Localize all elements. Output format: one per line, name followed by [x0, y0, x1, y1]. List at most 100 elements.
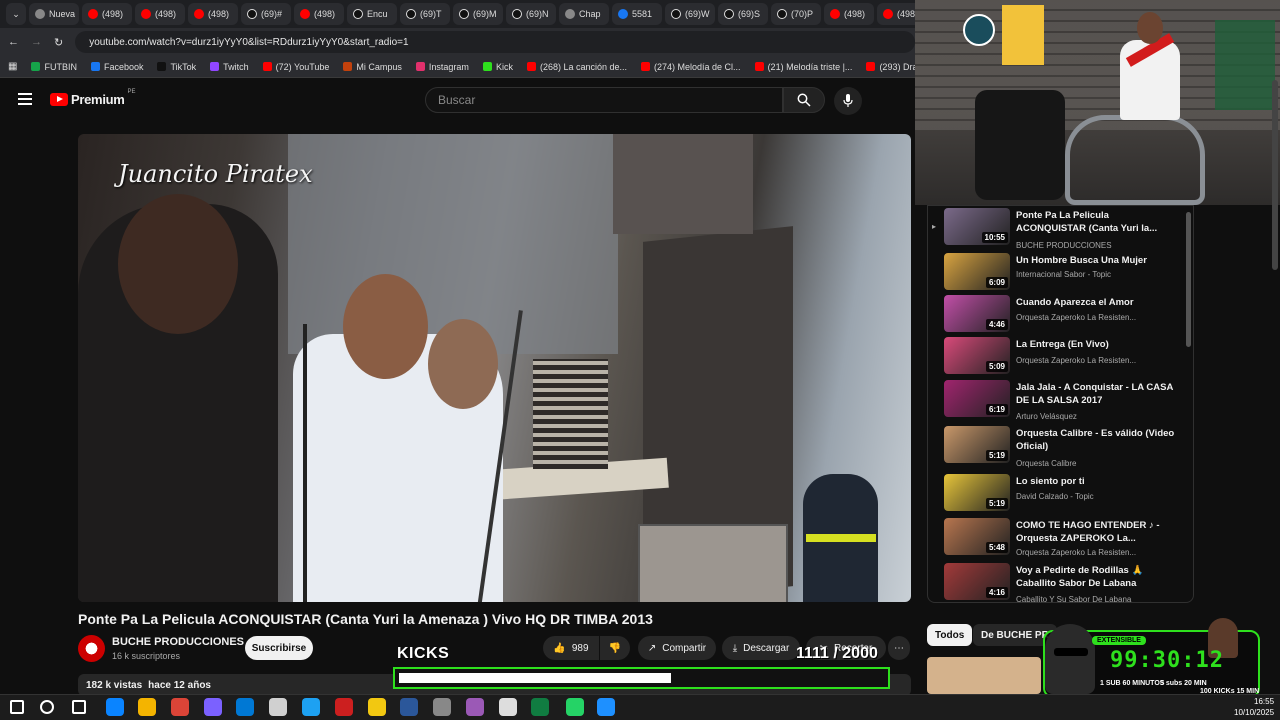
playlist-thumbnail[interactable]: 4:46	[944, 295, 1010, 332]
browser-tab[interactable]: (69)#	[241, 3, 291, 25]
calculator-icon[interactable]	[531, 698, 549, 716]
video-player[interactable]: Juancito Piratex	[78, 134, 911, 602]
bookmark-item[interactable]: (274) Melodía de Cl...	[641, 62, 741, 72]
channel-avatar[interactable]	[78, 635, 105, 662]
browser-tab[interactable]: (498)	[135, 3, 185, 25]
playlist-thumbnail[interactable]: 4:16	[944, 563, 1010, 600]
browser-tab[interactable]: (498)	[82, 3, 132, 25]
url-field[interactable]: youtube.com/watch?v=durz1iyYyY0&list=RDd…	[75, 31, 915, 53]
copilot-icon[interactable]	[204, 698, 222, 716]
app-icon[interactable]	[466, 698, 484, 716]
playlist-item[interactable]: 4:16 Voy a Pedirte de Rodillas 🙏 Caballit…	[928, 563, 1188, 602]
browser-tab[interactable]: (69)W	[665, 3, 715, 25]
playlist-item[interactable]: 6:19 Jala Jala - A Conquistar - LA CASA D…	[928, 380, 1188, 424]
bookmark-label: TikTok	[170, 61, 197, 72]
bookmark-item[interactable]: Mi Campus	[343, 62, 402, 72]
dislike-button[interactable]: 👎	[600, 636, 630, 660]
browser-tab[interactable]: (498)	[824, 3, 874, 25]
search-taskbar-icon[interactable]	[40, 700, 54, 714]
browser-tab[interactable]: (69)S	[718, 3, 768, 25]
playlist-scrollbar[interactable]	[1186, 212, 1191, 347]
reload-icon[interactable]: ↻	[54, 36, 63, 49]
edge-icon[interactable]	[106, 698, 124, 716]
task-view-icon[interactable]	[72, 700, 86, 714]
bookmark-item[interactable]: Instagram	[415, 62, 469, 72]
browser-tab[interactable]: (69)T	[400, 3, 450, 25]
bookmark-item[interactable]: FUTBIN	[31, 62, 77, 72]
voice-search-button[interactable]	[834, 87, 862, 115]
bookmark-item[interactable]: Facebook	[90, 62, 143, 72]
app-icon[interactable]	[499, 698, 517, 716]
tab-favicon-icon	[512, 9, 522, 19]
playlist-thumbnail[interactable]: 5:19	[944, 426, 1010, 463]
app-icon[interactable]	[335, 698, 353, 716]
playlist-item[interactable]: 4:46 Cuando Aparezca el Amor Orquesta Zape…	[928, 295, 1188, 339]
browser-tab[interactable]: Chap	[559, 3, 609, 25]
photos-icon[interactable]	[597, 698, 615, 716]
next-thumbnail[interactable]	[927, 657, 1041, 694]
browser-tab[interactable]: (69)N	[506, 3, 556, 25]
kicks-progress-fill	[399, 673, 671, 683]
youtube-logo[interactable]: Premium PE	[50, 89, 136, 107]
playlist-item[interactable]: 5:48 COMO TE HAGO ENTENDER ♪ - Orquesta Z…	[928, 518, 1188, 562]
bookmark-item[interactable]: (293) Dragon Ball E...	[866, 62, 915, 72]
bookmark-item[interactable]: (21) Melodía triste |...	[754, 62, 852, 72]
playlist-thumbnail[interactable]: 6:19	[944, 380, 1010, 417]
share-button[interactable]: ↗ Compartir	[638, 636, 716, 660]
windows-start-icon[interactable]	[10, 700, 24, 714]
bookmark-item[interactable]: (72) YouTube	[262, 62, 329, 72]
browser-tab[interactable]: (498)	[294, 3, 344, 25]
download-button[interactable]: ⤓ Descargar	[722, 636, 800, 660]
search-input[interactable]: Buscar	[425, 87, 783, 113]
playlist-item[interactable]: 5:19 Orquesta Calibre - Es válido (Video …	[928, 426, 1188, 470]
bookmark-label: (274) Melodía de Cl...	[654, 61, 741, 72]
tab-search-button[interactable]: ⌄	[6, 3, 26, 25]
playlist-thumbnail[interactable]: 6:09	[944, 253, 1010, 290]
bookmark-item[interactable]: Twitch	[210, 62, 249, 72]
app-icon[interactable]	[433, 698, 451, 716]
browser-tab[interactable]: (498)	[188, 3, 238, 25]
bookmark-item[interactable]: Kick	[482, 62, 513, 72]
outlook-icon[interactable]	[236, 698, 254, 716]
obs-icon[interactable]	[269, 698, 287, 716]
tab-label: Chap	[579, 9, 601, 19]
menu-icon[interactable]	[18, 93, 32, 105]
playlist-thumbnail[interactable]: 5:19	[944, 474, 1010, 511]
browser-tab[interactable]: 5581	[612, 3, 662, 25]
chip-all[interactable]: Todos	[927, 624, 973, 646]
bookmark-icon	[343, 62, 353, 71]
browser-tab[interactable]: (70)P	[771, 3, 821, 25]
playlist-item[interactable]: 6:09 Un Hombre Busca Una Mujer Internacion…	[928, 253, 1188, 297]
system-clock[interactable]: 16:55 10/10/2025	[1234, 696, 1274, 718]
apps-grid-icon[interactable]: ▦	[8, 61, 17, 72]
page-scrollbar[interactable]	[1272, 80, 1278, 270]
browser-tab[interactable]: Nueva	[29, 3, 79, 25]
store-icon[interactable]	[138, 698, 156, 716]
folder-icon[interactable]	[368, 698, 386, 716]
bookmark-item[interactable]: TikTok	[157, 62, 196, 72]
like-button[interactable]: 👍 989	[543, 636, 599, 660]
chrome-icon[interactable]	[171, 698, 189, 716]
browser-tab[interactable]: (69)M	[453, 3, 503, 25]
browser-tab[interactable]: Encu	[347, 3, 397, 25]
word-icon[interactable]	[400, 698, 418, 716]
whatsapp-icon[interactable]	[566, 698, 584, 716]
bookmark-item[interactable]: (268) La canción de...	[526, 62, 627, 72]
bookmarks-bar: ▦ FUTBIN Facebook TikTok Twitch (72) YouTube…	[0, 56, 915, 78]
playlist-item[interactable]: ▸ 10:55 Ponte Pa La Pelicula ACONQUISTAR (…	[928, 208, 1188, 252]
playlist-thumbnail[interactable]: 5:09	[944, 337, 1010, 374]
tab-label: Nueva	[49, 9, 76, 19]
back-icon[interactable]: ←	[8, 36, 19, 48]
channel-name[interactable]: BUCHE PRODUCCIONES	[112, 636, 244, 648]
playlist-item[interactable]: 5:09 La Entrega (En Vivo) Orquesta Zaperok…	[928, 337, 1188, 381]
subscribe-button[interactable]: Suscribirse	[245, 636, 313, 660]
playlist-thumbnail[interactable]: 10:55	[944, 208, 1010, 245]
browser-tab[interactable]: (498)	[877, 3, 915, 25]
more-actions-button[interactable]: ⋯	[888, 636, 910, 660]
playlist-thumbnail[interactable]: 5:48	[944, 518, 1010, 555]
app-icon[interactable]	[302, 698, 320, 716]
search-button[interactable]	[783, 87, 825, 113]
playlist-item-title: Orquesta Calibre - Es válido (Video Ofic…	[1016, 428, 1175, 452]
forward-icon[interactable]: →	[31, 36, 42, 48]
playlist-item[interactable]: 5:19 Lo siento por ti David Calzado - Topi…	[928, 474, 1188, 518]
